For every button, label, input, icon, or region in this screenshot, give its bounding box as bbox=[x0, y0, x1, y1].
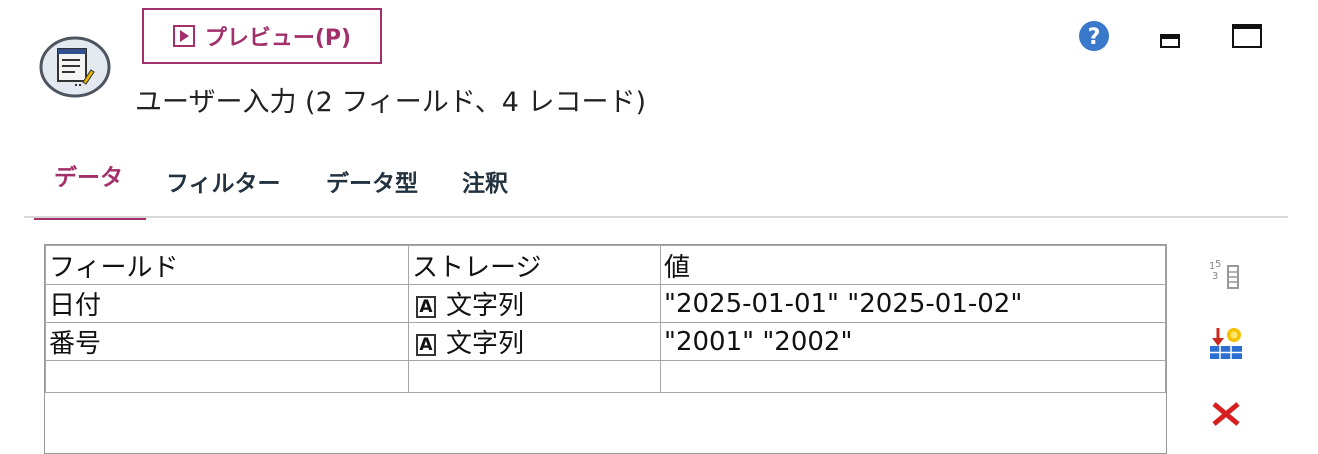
field-cell[interactable]: 番号 bbox=[45, 322, 409, 361]
storage-label: 文字列 bbox=[446, 329, 525, 359]
numbered-list-icon[interactable]: 1 5 3 bbox=[1208, 258, 1244, 290]
minimize-icon[interactable] bbox=[1160, 34, 1180, 48]
field-table: フィールド ストレージ 値 日付 A 文字列 "2025-01-01" "2025… bbox=[45, 245, 1166, 393]
user-input-node-icon bbox=[39, 36, 111, 98]
svg-text:3: 3 bbox=[1212, 271, 1218, 282]
svg-text:5: 5 bbox=[1215, 259, 1221, 270]
table-row[interactable] bbox=[45, 360, 1166, 393]
tab-data-type[interactable]: データ型 bbox=[326, 164, 418, 198]
node-title: ユーザー入力 (2 フィールド、4 レコード) bbox=[135, 87, 647, 118]
preview-button[interactable]: プレビュー(P) bbox=[142, 8, 382, 64]
tab-data[interactable]: データ bbox=[54, 158, 123, 192]
storage-label: 文字列 bbox=[446, 291, 525, 321]
value-cell[interactable]: "2025-01-01" "2025-01-02" bbox=[660, 284, 1166, 323]
tab-bar: データ フィルター データ型 注釈 bbox=[24, 150, 1288, 220]
maximize-icon[interactable] bbox=[1232, 24, 1262, 48]
svg-text:?: ? bbox=[1088, 25, 1101, 50]
field-cell[interactable] bbox=[45, 360, 409, 393]
delete-icon[interactable] bbox=[1210, 400, 1242, 428]
help-icon[interactable]: ? bbox=[1078, 20, 1110, 52]
data-grid: フィールド ストレージ 値 日付 A 文字列 "2025-01-01" "2025… bbox=[44, 244, 1167, 454]
column-header-field[interactable]: フィールド bbox=[45, 245, 409, 285]
value-cell[interactable]: "2001" "2002" bbox=[660, 322, 1166, 361]
field-cell[interactable]: 日付 bbox=[45, 284, 409, 323]
string-type-icon: A bbox=[416, 295, 436, 318]
preview-button-label: プレビュー(P) bbox=[204, 26, 352, 51]
table-header-row: フィールド ストレージ 値 bbox=[45, 245, 1166, 285]
generate-data-icon[interactable] bbox=[1208, 326, 1244, 360]
value-cell[interactable] bbox=[660, 360, 1166, 393]
storage-cell[interactable]: A 文字列 bbox=[408, 322, 661, 361]
tab-filter[interactable]: フィルター bbox=[166, 164, 281, 198]
tab-annotation[interactable]: 注釈 bbox=[462, 164, 508, 198]
table-row[interactable]: 番号 A 文字列 "2001" "2002" bbox=[45, 322, 1166, 361]
string-type-icon: A bbox=[416, 333, 436, 356]
tab-divider bbox=[24, 216, 1288, 218]
storage-cell[interactable] bbox=[408, 360, 661, 393]
column-header-storage[interactable]: ストレージ bbox=[408, 245, 661, 285]
storage-cell[interactable]: A 文字列 bbox=[408, 284, 661, 323]
column-header-value[interactable]: 値 bbox=[660, 245, 1166, 285]
table-row[interactable]: 日付 A 文字列 "2025-01-01" "2025-01-02" bbox=[45, 284, 1166, 323]
play-icon bbox=[172, 25, 195, 47]
